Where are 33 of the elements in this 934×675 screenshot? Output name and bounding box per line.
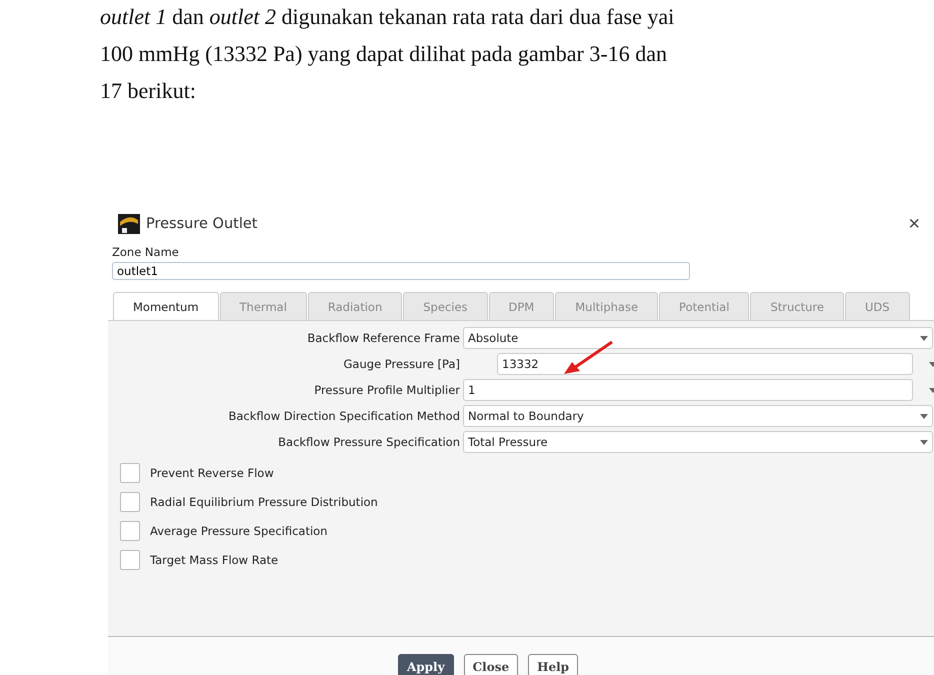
field-label: Pressure Profile Multiplier: [313, 383, 460, 397]
paragraph-line: 100 mmHg (13332 Pa) yang dapat dilihat pada gambar 3-16 dan: [100, 40, 668, 68]
field-label: Backflow Direction Specification Method: [228, 409, 460, 423]
dropdown-field[interactable]: Normal to Boundary: [463, 405, 933, 427]
dialog-button[interactable]: Apply: [398, 654, 454, 675]
caret-icon[interactable]: [920, 440, 928, 444]
dropdown-field[interactable]: Absolute: [463, 327, 933, 349]
checkbox-label: Target Mass Flow Rate: [150, 553, 278, 567]
checkbox-label: Radial Equilibrium Pressure Distribution: [150, 495, 378, 509]
checkbox-label: Average Pressure Specification: [150, 524, 328, 538]
dialog-button[interactable]: Help: [528, 654, 578, 675]
field-label: Backflow Pressure Specification: [277, 435, 460, 449]
zone-name-label: Zone Name: [112, 245, 180, 259]
dialog-title: Pressure Outlet: [146, 216, 258, 232]
input-field[interactable]: 1: [463, 379, 913, 401]
dialog-button[interactable]: Close: [464, 654, 518, 675]
tab[interactable]: Momentum: [113, 292, 219, 320]
field-label: Backflow Reference Frame: [306, 331, 460, 345]
caret-icon[interactable]: [920, 414, 928, 418]
checkbox[interactable]: [120, 521, 140, 541]
checkbox[interactable]: [120, 550, 140, 570]
caret-icon[interactable]: [920, 336, 928, 340]
checkbox-label: Prevent Reverse Flow: [150, 466, 274, 480]
dropdown-field[interactable]: Total Pressure: [463, 431, 933, 453]
paragraph-line: 17 berikut:: [100, 77, 197, 105]
checkbox[interactable]: [120, 492, 140, 512]
input-field[interactable]: 13332: [497, 353, 913, 375]
paragraph-line: outlet 1 dan outlet 2 digunakan tekanan rata rata dari dua fase yai: [100, 3, 676, 31]
zone-name-field[interactable]: outlet1: [112, 262, 690, 280]
app-logo-icon: [118, 214, 140, 234]
checkbox[interactable]: [120, 463, 140, 483]
field-label: Gauge Pressure [Pa]: [342, 357, 460, 371]
close-button[interactable]: ×: [908, 212, 920, 236]
